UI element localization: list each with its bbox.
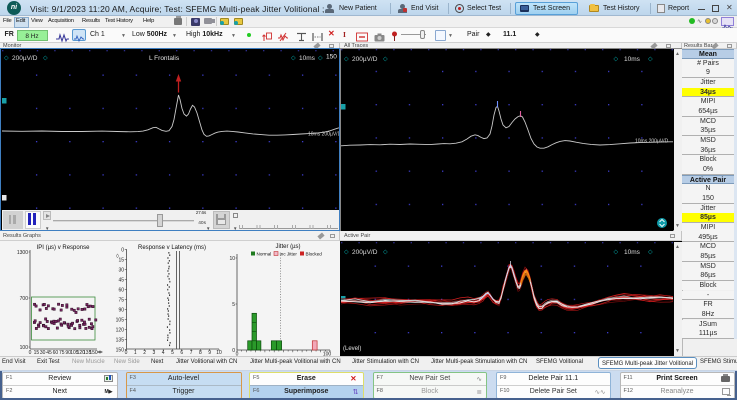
svg-text:10: 10 xyxy=(229,256,235,262)
svg-text:90: 90 xyxy=(118,308,124,314)
svg-text:10ms: 10ms xyxy=(624,56,641,63)
svg-text:150: 150 xyxy=(326,53,337,60)
svg-text:Response v Latency (ms): Response v Latency (ms) xyxy=(138,245,206,251)
svg-text:◇: ◇ xyxy=(648,249,653,255)
svg-text:45: 45 xyxy=(118,278,124,284)
svg-text:Blocked: Blocked xyxy=(306,252,323,257)
svg-text:◇: ◇ xyxy=(344,57,349,63)
svg-text:◇: ◇ xyxy=(318,55,323,61)
svg-text:◇: ◇ xyxy=(383,57,388,63)
svg-text:120: 120 xyxy=(116,328,125,334)
svg-text:15: 15 xyxy=(118,258,124,264)
svg-text:◇: ◇ xyxy=(648,57,653,63)
svg-text:0: 0 xyxy=(121,248,124,254)
svg-text:135: 135 xyxy=(116,338,125,344)
svg-text:◇: ◇ xyxy=(383,249,388,255)
svg-text:200µV/D: 200µV/D xyxy=(352,248,378,255)
svg-text:◇: ◇ xyxy=(344,249,349,255)
svg-text:◇: ◇ xyxy=(291,55,296,61)
svg-text:◇: ◇ xyxy=(614,249,619,255)
svg-text:5: 5 xyxy=(232,302,235,308)
svg-text:10ms 200µV/D: 10ms 200µV/D xyxy=(635,139,669,145)
svg-text:◇: ◇ xyxy=(4,55,9,61)
svg-text:(Level): (Level) xyxy=(343,346,361,352)
svg-text:◊: ◊ xyxy=(116,253,119,260)
svg-text:Jitter (µs): Jitter (µs) xyxy=(275,244,300,250)
svg-text:200µV/D: 200µV/D xyxy=(12,54,38,61)
svg-text:Normal: Normal xyxy=(257,252,272,257)
svg-text:◇: ◇ xyxy=(43,55,48,61)
svg-text:10ms: 10ms xyxy=(624,248,641,255)
svg-text:10ms 200µV/D: 10ms 200µV/D xyxy=(308,131,339,137)
svg-text:10ms: 10ms xyxy=(299,54,316,61)
svg-text:◇: ◇ xyxy=(614,57,619,63)
svg-text:◂▸: ◂▸ xyxy=(97,350,103,356)
svg-text:30: 30 xyxy=(118,268,124,274)
svg-text:700: 700 xyxy=(20,296,29,302)
svg-text:IPI (µs) v Response: IPI (µs) v Response xyxy=(37,245,90,251)
svg-text:200µV/D: 200µV/D xyxy=(352,56,378,63)
svg-text:60: 60 xyxy=(118,288,124,294)
svg-text:105: 105 xyxy=(116,318,125,324)
svg-text:Inc Jitter: Inc Jitter xyxy=(280,252,298,257)
svg-text:L Frontalis: L Frontalis xyxy=(149,54,180,61)
svg-text:100: 100 xyxy=(20,345,29,351)
svg-text:150: 150 xyxy=(116,348,125,354)
svg-text:75: 75 xyxy=(118,298,124,304)
svg-text:1300: 1300 xyxy=(17,250,28,256)
